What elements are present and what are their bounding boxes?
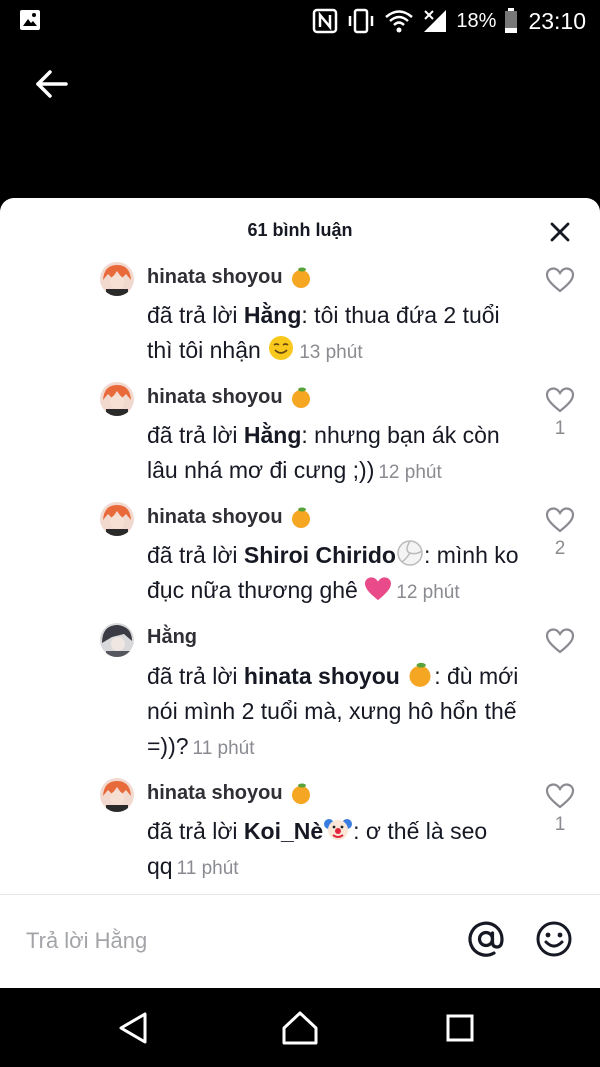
clown-emoji-icon bbox=[324, 819, 353, 840]
like-count: 1 bbox=[554, 814, 566, 835]
comment-time: 13 phút bbox=[299, 342, 363, 363]
comment-username[interactable]: Hằng bbox=[147, 626, 197, 649]
comment-list: hinata shoyou đã trả lời Hằng: tôi thua … bbox=[0, 262, 600, 894]
reply-to-name[interactable]: hinata shoyou bbox=[244, 663, 400, 689]
comment-item: hinata shoyou đã trả lời Hằng: tôi thua … bbox=[0, 262, 600, 372]
nav-recents-icon[interactable] bbox=[440, 1008, 480, 1048]
username-text: hinata shoyou bbox=[147, 505, 283, 528]
reply-input[interactable] bbox=[26, 923, 426, 959]
comment-item: hinata shoyou đã trả lời Koi_Nè: ơ thế l… bbox=[0, 778, 600, 894]
like-heart-icon[interactable] bbox=[545, 627, 575, 655]
clock: 23:10 bbox=[528, 7, 586, 34]
comment-text: đã trả lời Hằng: tôi thua đứa 2 tuổi thì… bbox=[147, 302, 500, 363]
tangerine-emoji-icon bbox=[291, 783, 310, 804]
wifi-icon bbox=[385, 10, 414, 33]
like-heart-icon[interactable] bbox=[545, 782, 575, 810]
comment-time: 11 phút bbox=[192, 738, 255, 759]
username-text: Hằng bbox=[147, 626, 197, 648]
comment-text: đã trả lời Hằng: nhưng bạn ák còn lâu nh… bbox=[147, 422, 500, 483]
like-heart-icon[interactable] bbox=[545, 386, 575, 414]
comment-username[interactable]: hinata shoyou bbox=[147, 505, 313, 529]
comment-text: đã trả lời hinata shoyou : đù mới nói mì… bbox=[147, 659, 527, 766]
smiling-face-emoji-icon bbox=[269, 336, 294, 360]
reply-to-name[interactable]: Hằng bbox=[244, 422, 302, 448]
like-count: 1 bbox=[554, 418, 566, 439]
emoji-smiley-icon[interactable] bbox=[534, 919, 574, 959]
nav-back-icon[interactable] bbox=[113, 1008, 153, 1048]
back-arrow-icon[interactable] bbox=[32, 64, 72, 104]
like-count: 2 bbox=[554, 538, 566, 559]
avatar[interactable] bbox=[100, 778, 134, 812]
avatar[interactable] bbox=[100, 262, 134, 296]
username-text: hinata shoyou bbox=[147, 265, 283, 288]
comment-text: đã trả lời Koi_Nè: ơ thế là seo qq 11 phú… bbox=[147, 814, 527, 886]
username-text: hinata shoyou bbox=[147, 781, 283, 804]
reply-to-name[interactable]: Koi_Nè bbox=[244, 818, 323, 844]
close-icon[interactable] bbox=[548, 220, 572, 244]
sheet-header: 61 bình luận bbox=[0, 198, 600, 262]
nfc-icon bbox=[313, 8, 338, 34]
comment-time: 11 phút bbox=[176, 858, 239, 879]
status-bar: 18% 23:10 bbox=[0, 0, 600, 42]
tangerine-emoji-icon bbox=[291, 387, 310, 408]
comments-sheet: 61 bình luận hinata shoyou đã trả lời Hằ… bbox=[0, 198, 600, 988]
comment-item: Hằng đã trả lời hinata shoyou : đù mới n… bbox=[0, 623, 600, 768]
avatar[interactable] bbox=[100, 502, 134, 536]
avatar[interactable] bbox=[100, 382, 134, 416]
comment-username[interactable]: hinata shoyou bbox=[147, 781, 313, 805]
pink-heart-emoji-icon bbox=[365, 577, 392, 601]
battery-percentage: 18% bbox=[456, 9, 497, 32]
reply-bar bbox=[0, 894, 600, 988]
signal-icon bbox=[424, 10, 447, 32]
navigation-bar bbox=[0, 988, 600, 1067]
comment-username[interactable]: hinata shoyou bbox=[147, 385, 313, 409]
tangerine-emoji-icon bbox=[409, 662, 431, 687]
volleyball-emoji-icon bbox=[397, 540, 423, 566]
comment-count-title: 61 bình luận bbox=[247, 220, 353, 240]
like-heart-icon[interactable] bbox=[545, 506, 575, 534]
vibrate-icon bbox=[349, 8, 374, 34]
like-heart-icon[interactable] bbox=[545, 266, 575, 294]
nav-home-icon[interactable] bbox=[280, 1008, 320, 1048]
tangerine-emoji-icon bbox=[291, 507, 310, 528]
mention-at-icon[interactable] bbox=[466, 919, 506, 959]
comment-item: hinata shoyou đã trả lời Hằng: nhưng bạn… bbox=[0, 382, 600, 492]
reply-to-name[interactable]: Shiroi Chirido bbox=[244, 542, 396, 568]
username-text: hinata shoyou bbox=[147, 385, 283, 408]
tangerine-emoji-icon bbox=[291, 267, 310, 288]
comment-time: 12 phút bbox=[378, 462, 442, 483]
reply-to-name[interactable]: Hằng bbox=[244, 302, 302, 328]
battery-icon bbox=[505, 8, 518, 33]
comment-time: 12 phút bbox=[396, 582, 460, 603]
avatar[interactable] bbox=[100, 623, 134, 657]
comment-text: đã trả lời Shiroi Chirido: mình ko đục n… bbox=[147, 538, 527, 610]
comment-username[interactable]: hinata shoyou bbox=[147, 265, 313, 289]
gallery-notification-icon bbox=[20, 10, 40, 30]
comment-item: hinata shoyou đã trả lời Shiroi Chirido:… bbox=[0, 502, 600, 612]
